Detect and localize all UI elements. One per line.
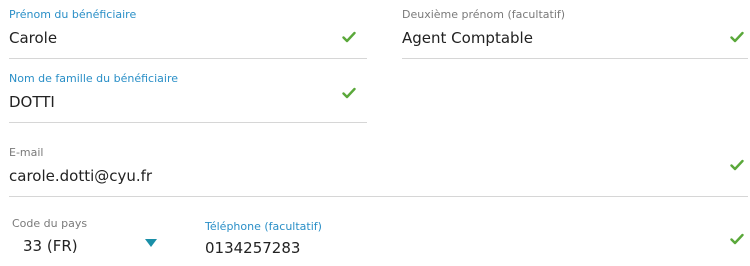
last-name-value: DOTTI — [9, 93, 55, 111]
first-name-value: Carole — [9, 29, 58, 47]
email-field[interactable]: E-mail carole.dotti@cyu.fr — [9, 146, 748, 197]
middle-name-label: Deuxième prénom (facultatif) — [402, 8, 566, 21]
last-name-field[interactable]: Nom de famille du bénéficiaire DOTTI — [9, 72, 367, 123]
email-label: E-mail — [9, 146, 44, 159]
email-underline — [9, 196, 748, 197]
first-name-underline — [9, 58, 367, 59]
check-icon — [730, 159, 744, 171]
phone-value: 0134257283 — [205, 239, 301, 257]
country-code-select[interactable]: Code du pays 33 (FR) — [12, 217, 172, 259]
check-icon — [342, 31, 356, 43]
middle-name-field[interactable]: Deuxième prénom (facultatif) Agent Compt… — [402, 8, 748, 59]
phone-label: Téléphone (facultatif) — [205, 220, 322, 233]
check-icon — [730, 233, 744, 245]
middle-name-value: Agent Comptable — [402, 29, 533, 47]
middle-name-underline — [402, 58, 748, 59]
email-value: carole.dotti@cyu.fr — [9, 167, 153, 185]
check-icon — [342, 87, 356, 99]
check-icon — [730, 31, 744, 43]
country-code-value: 33 (FR) — [23, 237, 78, 255]
country-code-label: Code du pays — [12, 217, 88, 230]
phone-field[interactable]: Téléphone (facultatif) 0134257283 — [205, 220, 748, 262]
first-name-field[interactable]: Prénom du bénéficiaire Carole — [9, 8, 367, 59]
last-name-label: Nom de famille du bénéficiaire — [9, 72, 178, 85]
beneficiary-form: Prénom du bénéficiaire Carole Deuxième p… — [0, 0, 750, 266]
last-name-underline — [9, 122, 367, 123]
first-name-label: Prénom du bénéficiaire — [9, 8, 137, 21]
caret-down-icon[interactable] — [145, 239, 157, 247]
